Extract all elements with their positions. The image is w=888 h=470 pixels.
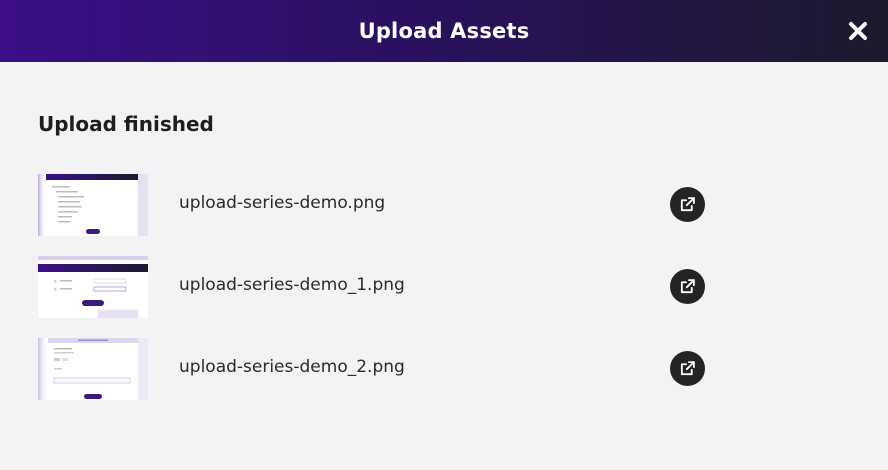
open-file-button[interactable] [670,351,705,386]
file-list-item: upload-series-demo_2.png [38,338,718,400]
close-button[interactable] [844,17,872,45]
external-link-icon [680,197,695,212]
external-link-icon [680,279,695,294]
file-thumbnail [38,256,148,318]
open-file-button[interactable] [670,187,705,222]
file-name: upload-series-demo_2.png [179,357,405,377]
close-icon [849,22,867,40]
file-list-item: upload-series-demo.png [38,174,718,236]
file-thumbnail [38,174,148,236]
external-link-icon [680,361,695,376]
open-file-button[interactable] [670,269,705,304]
file-list-item: upload-series-demo_1.png [38,256,718,318]
dialog-header: Upload Assets [0,0,888,62]
file-name: upload-series-demo_1.png [179,275,405,295]
dialog-title: Upload Assets [358,19,530,43]
file-name: upload-series-demo.png [179,193,386,213]
file-thumbnail [38,338,148,400]
upload-status-title: Upload finished [38,112,214,136]
